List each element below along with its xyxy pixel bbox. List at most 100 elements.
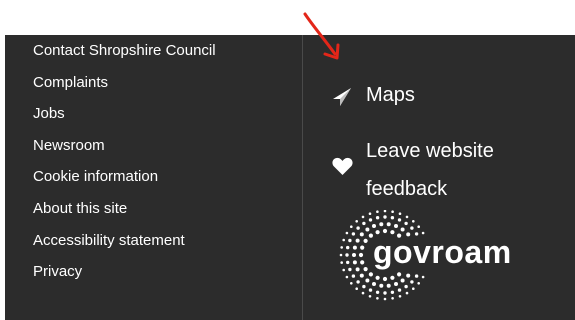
logo-dot	[376, 297, 379, 300]
logo-dot	[410, 280, 414, 284]
jobs-link[interactable]: Jobs	[33, 105, 65, 123]
logo-dot	[365, 227, 370, 232]
logo-dot	[362, 221, 366, 226]
contact-link[interactable]: Contact Shropshire Council	[33, 42, 216, 60]
logo-dot	[361, 215, 365, 219]
logo-dot	[345, 253, 349, 257]
logo-dot	[348, 267, 352, 272]
logo-dot	[400, 278, 405, 283]
logo-dot	[375, 275, 380, 280]
logo-dot	[414, 274, 419, 278]
logo-dot	[360, 245, 365, 250]
heart-icon	[332, 157, 353, 175]
logo-dot	[404, 284, 408, 289]
logo-dot	[368, 272, 373, 277]
logo-dot	[405, 215, 409, 219]
logo-dot	[398, 295, 402, 298]
logo-dot	[345, 275, 349, 279]
footer-link-item: Accessibility statement	[33, 232, 216, 264]
logo-dot	[382, 276, 388, 282]
logo-dot	[386, 222, 391, 227]
logo-dot	[397, 272, 402, 277]
logo-dot	[355, 267, 360, 272]
logo-dot	[375, 216, 380, 220]
govroam-logo[interactable]: govroam	[335, 210, 525, 310]
logo-dot	[372, 224, 376, 228]
logo-dot	[406, 273, 411, 278]
logo-dot	[339, 253, 343, 257]
logo-dot	[368, 218, 373, 222]
logo-dot	[379, 222, 384, 227]
privacy-link[interactable]: Privacy	[33, 263, 82, 281]
logo-dot	[362, 284, 366, 289]
logo-dot	[386, 283, 391, 288]
logo-dot	[390, 290, 395, 294]
logo-dot	[398, 212, 402, 215]
logo-dot	[350, 282, 353, 285]
logo-dot	[368, 295, 372, 298]
complaints-link[interactable]: Complaints	[33, 74, 108, 92]
logo-dot	[356, 226, 360, 230]
logo-dot	[345, 231, 349, 235]
logo-dot	[375, 290, 380, 294]
logo-dot	[363, 267, 368, 272]
footer-links: Contact Shropshire Council Complaints Jo…	[33, 42, 216, 295]
logo-dot	[404, 221, 408, 226]
logo-dot	[400, 227, 405, 232]
logo-dot	[379, 283, 384, 288]
logo-dot	[417, 282, 420, 285]
logo-dot	[383, 215, 387, 219]
accessibility-statement-link[interactable]: Accessibility statement	[33, 232, 185, 250]
logo-dot	[340, 261, 343, 264]
annotation-arrow	[303, 12, 340, 60]
logo-dot	[421, 275, 425, 279]
maps-link[interactable]: Maps	[366, 84, 415, 107]
logo-dot	[352, 253, 356, 257]
feedback-link-row[interactable]: Leave website feedback	[328, 132, 528, 202]
footer-link-item: Privacy	[33, 263, 216, 295]
logo-dot	[360, 260, 365, 265]
logo-dot	[376, 210, 379, 213]
logo-dot	[352, 245, 357, 250]
logo-dot	[368, 212, 372, 215]
logo-dot	[383, 210, 387, 213]
logo-dot	[394, 282, 398, 286]
footer-divider	[302, 35, 303, 320]
logo-dot	[417, 225, 420, 228]
logo-dot	[351, 232, 356, 236]
logo-dot	[410, 226, 414, 230]
newsroom-link[interactable]: Newsroom	[33, 137, 105, 155]
logo-dot	[412, 287, 415, 290]
feedback-link[interactable]: Leave website feedback	[366, 132, 516, 208]
maps-link-row[interactable]: Maps	[328, 80, 528, 120]
logo-dot	[340, 246, 343, 249]
logo-dot	[350, 225, 353, 228]
logo-dot	[365, 278, 370, 283]
logo-dot	[383, 297, 387, 301]
logo-dot	[412, 220, 415, 223]
logo-dot	[351, 274, 356, 278]
logo-dot	[346, 260, 350, 265]
logo-dot	[356, 280, 360, 284]
logo-dot	[390, 216, 395, 220]
logo-dot	[372, 282, 376, 286]
cookie-information-link[interactable]: Cookie information	[33, 168, 158, 186]
logo-dot	[391, 210, 394, 213]
logo-text: govroam	[373, 234, 512, 270]
logo-dot	[394, 224, 398, 228]
logo-dot	[359, 232, 364, 237]
logo-dot	[355, 238, 360, 243]
logo-dot	[397, 218, 402, 222]
footer-link-item: Contact Shropshire Council	[33, 42, 216, 74]
logo-dot	[391, 297, 394, 300]
logo-dot	[355, 220, 358, 223]
logo-dot	[359, 273, 364, 278]
logo-dot	[352, 260, 357, 265]
logo-dot	[361, 291, 365, 295]
logo-dot	[383, 291, 387, 295]
logo-dot	[382, 228, 388, 234]
logo-dot	[355, 287, 358, 290]
about-site-link[interactable]: About this site	[33, 200, 127, 218]
footer-link-item: Jobs	[33, 105, 216, 137]
footer-link-item: Newsroom	[33, 137, 216, 169]
